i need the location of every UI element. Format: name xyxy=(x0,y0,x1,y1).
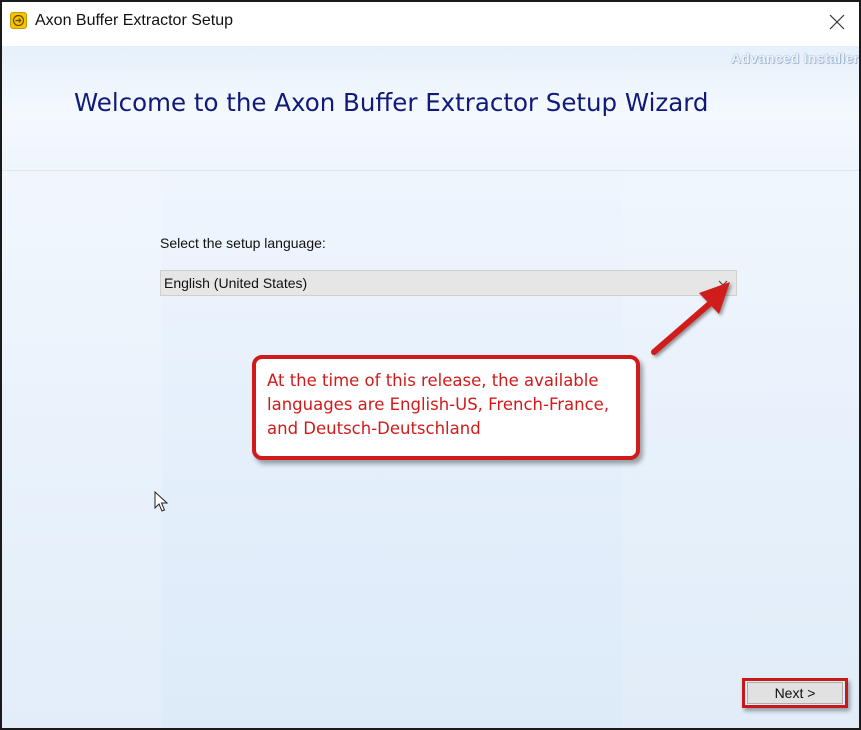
brand-watermark: Advanced Installer xyxy=(730,50,859,66)
language-label: Select the setup language: xyxy=(160,235,326,251)
language-select[interactable]: English (United States) xyxy=(160,270,737,296)
language-select-value: English (United States) xyxy=(164,275,308,291)
setup-window: Axon Buffer Extractor Setup Advanced Ins… xyxy=(0,0,861,730)
wizard-heading: Welcome to the Axon Buffer Extractor Set… xyxy=(74,88,709,117)
title-bar: Axon Buffer Extractor Setup xyxy=(2,2,859,46)
setup-app-icon xyxy=(10,12,27,29)
background-panel xyxy=(2,170,162,728)
next-button[interactable]: Next > xyxy=(747,682,843,704)
wizard-body: Advanced Installer Welcome to the Axon B… xyxy=(2,46,859,728)
close-button[interactable] xyxy=(815,2,859,42)
chevron-down-icon xyxy=(718,280,728,286)
annotation-callout: At the time of this release, the availab… xyxy=(252,355,640,460)
mouse-cursor-icon xyxy=(154,491,168,512)
wizard-header: Advanced Installer Welcome to the Axon B… xyxy=(2,46,859,171)
window-title: Axon Buffer Extractor Setup xyxy=(35,12,234,29)
background-panel xyxy=(622,170,859,728)
callout-text: At the time of this release, the availab… xyxy=(267,371,610,438)
close-icon xyxy=(829,14,845,30)
